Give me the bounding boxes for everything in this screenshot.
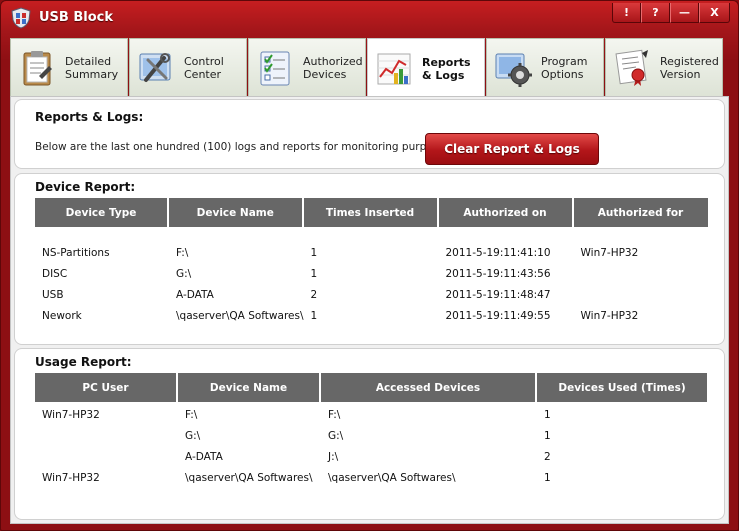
- column-header[interactable]: Device Name: [178, 373, 321, 402]
- usage-report-table: PC User Device Name Accessed Devices Device…: [35, 373, 707, 488]
- tab-label: Authorized Devices: [303, 54, 363, 81]
- column-header[interactable]: Accessed Devices: [321, 373, 537, 402]
- gear-icon: [495, 53, 532, 87]
- device-report-table: Device Type Device Name Times Inserted Auth…: [35, 198, 708, 326]
- window-controls: ! ? — X: [612, 3, 730, 23]
- column-header[interactable]: Authorized for: [573, 198, 708, 227]
- table-cell: [574, 284, 708, 305]
- table-cell: \qaserver\QA Softwares\: [328, 471, 456, 484]
- content-area: Reports & Logs: Below are the last one h…: [10, 96, 729, 524]
- table-cell: \qaserver\QA Softwares\: [185, 471, 313, 484]
- alert-button[interactable]: !: [612, 3, 641, 23]
- chart-icon: [377, 53, 411, 84]
- column-header[interactable]: Authorized on: [438, 198, 574, 227]
- table-row[interactable]: NS-Partitions F:\ 1 2011-5-19:11:41:10 Win7-…: [35, 242, 708, 263]
- table-cell: 2011-5-19:11:41:10: [445, 246, 551, 259]
- table-row[interactable]: A-DATA J:\ 2: [35, 446, 707, 467]
- checklist-icon: [260, 51, 290, 85]
- column-header[interactable]: PC User: [35, 373, 178, 402]
- table-cell: DISC: [42, 267, 68, 280]
- table-cell: Win7-HP32: [42, 408, 100, 421]
- usage-report-title: Usage Report:: [35, 355, 132, 369]
- close-button[interactable]: X: [699, 3, 730, 23]
- reports-logs-panel: Reports & Logs: Below are the last one h…: [14, 99, 725, 169]
- table-row[interactable]: Nework \qaserver\QA Softwares\ 1 2011-5-19:…: [35, 305, 708, 326]
- tab-label: Detailed Summary: [65, 54, 119, 81]
- table-cell: 1: [310, 246, 318, 259]
- table-cell: Win7-HP32: [580, 246, 639, 259]
- table-cell: \qaserver\QA Softwares\: [176, 309, 304, 322]
- tab-label: Program Options: [541, 54, 588, 81]
- clipboard-icon: [23, 50, 52, 85]
- tab-label: Reports & Logs: [422, 55, 471, 82]
- table-cell: 1: [544, 429, 551, 442]
- tab-label: Registered Version: [660, 54, 719, 81]
- table-cell: 2011-5-19:11:43:56: [445, 267, 551, 280]
- table-cell: A-DATA: [185, 450, 223, 463]
- minimize-button[interactable]: —: [670, 3, 699, 23]
- table-cell: 1: [544, 408, 551, 421]
- device-report-title: Device Report:: [35, 180, 136, 194]
- table-cell: Win7-HP32: [42, 471, 100, 484]
- table-row[interactable]: Win7-HP32 F:\ F:\ 1: [35, 404, 707, 425]
- table-cell: F:\: [328, 408, 341, 421]
- table-cell: Nework: [42, 309, 82, 322]
- table-cell: J:\: [328, 450, 339, 463]
- clear-report-logs-button[interactable]: Clear Report & Logs: [425, 133, 599, 165]
- reports-description: Below are the last one hundred (100) log…: [35, 141, 448, 153]
- tools-icon: [139, 52, 171, 82]
- tab-label: Control Center: [184, 54, 224, 81]
- tab-reports-logs[interactable]: Reports & Logs: [367, 38, 485, 98]
- table-cell: G:\: [176, 267, 192, 280]
- table-cell: F:\: [185, 408, 198, 421]
- tab-bar: Detailed Summary Control Center Authoriz…: [10, 38, 729, 98]
- table-cell: 2011-5-19:11:49:55: [445, 309, 551, 322]
- table-cell: 2011-5-19:11:48:47: [445, 288, 551, 301]
- table-cell: G:\: [185, 429, 201, 442]
- table-cell: [574, 263, 708, 284]
- reports-title: Reports & Logs:: [35, 110, 144, 124]
- tab-detailed-summary[interactable]: Detailed Summary: [10, 38, 128, 96]
- table-cell: Win7-HP32: [580, 309, 639, 322]
- table-cell: F:\: [176, 246, 189, 259]
- column-header[interactable]: Times Inserted: [303, 198, 439, 227]
- table-cell: G:\: [328, 429, 344, 442]
- column-header[interactable]: Devices Used (Times): [537, 373, 707, 402]
- table-cell: [35, 446, 178, 467]
- tab-registered-version[interactable]: Registered Version: [605, 38, 723, 96]
- table-cell: [35, 425, 178, 446]
- shield-app-icon: [11, 7, 31, 29]
- app-window: USB Block ! ? — X Detailed Summary Contr…: [0, 0, 739, 531]
- table-row[interactable]: G:\ G:\ 1: [35, 425, 707, 446]
- title-bar[interactable]: USB Block ! ? — X: [1, 1, 738, 35]
- column-header[interactable]: Device Name: [169, 198, 304, 227]
- table-cell: USB: [42, 288, 64, 301]
- tab-authorized-devices[interactable]: Authorized Devices: [248, 38, 366, 96]
- table-cell: 1: [310, 267, 318, 280]
- device-report-panel: Device Report: Device Type Device Name Tim…: [14, 173, 725, 345]
- table-cell: 1: [544, 471, 551, 484]
- table-cell: 1: [310, 309, 318, 322]
- table-cell: NS-Partitions: [42, 246, 110, 259]
- usage-report-panel: Usage Report: PC User Device Name Accessed…: [14, 348, 725, 520]
- table-row[interactable]: Win7-HP32 \qaserver\QA Softwares\ \qaserve…: [35, 467, 707, 488]
- window-title: USB Block: [39, 10, 114, 25]
- table-row[interactable]: USB A-DATA 2 2011-5-19:11:48:47: [35, 284, 708, 305]
- tab-program-options[interactable]: Program Options: [486, 38, 604, 96]
- tab-control-center[interactable]: Control Center: [129, 38, 247, 96]
- table-row[interactable]: DISC G:\ 1 2011-5-19:11:43:56: [35, 263, 708, 284]
- column-header[interactable]: Device Type: [35, 198, 169, 227]
- table-cell: 2: [310, 288, 318, 301]
- table-cell: 2: [544, 450, 551, 463]
- table-cell: A-DATA: [176, 288, 214, 301]
- certificate-icon: [615, 49, 648, 86]
- help-button[interactable]: ?: [641, 3, 670, 23]
